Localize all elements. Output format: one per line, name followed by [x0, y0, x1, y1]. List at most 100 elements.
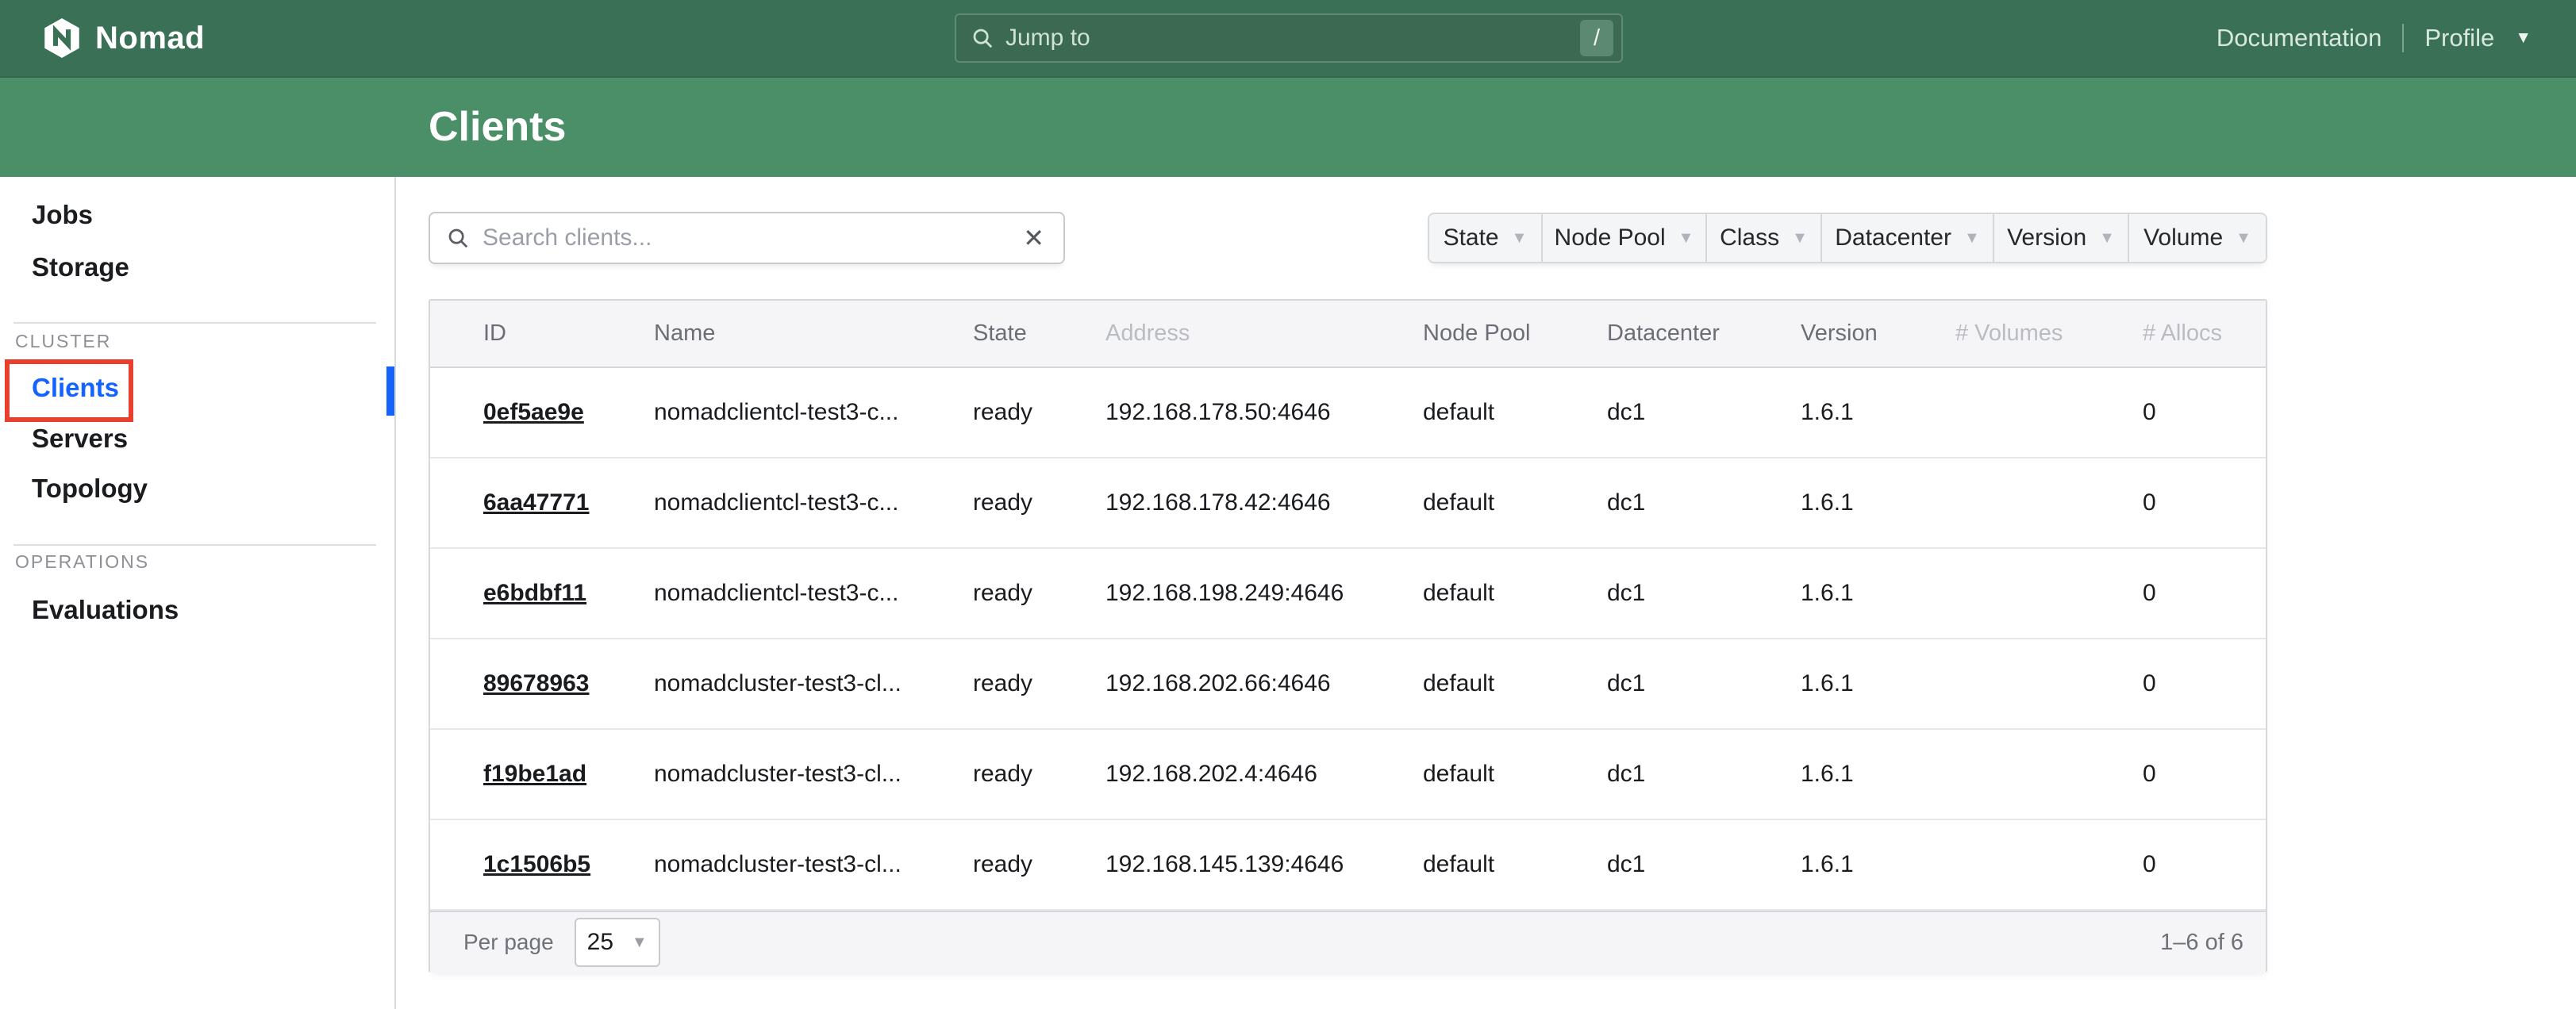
client-node-pool: default	[1423, 489, 1607, 516]
chevron-down-icon: ▼	[1678, 229, 1694, 247]
client-allocs: 0	[2143, 851, 2247, 878]
client-node-pool: default	[1423, 399, 1607, 426]
client-name: nomadclientcl-test3-c...	[654, 399, 973, 426]
clients-table: ID Name State Address Node Pool Datacent…	[429, 299, 2267, 973]
chevron-down-icon[interactable]: ▼	[2515, 29, 2532, 48]
table-header-row: ID Name State Address Node Pool Datacent…	[430, 301, 2266, 368]
chevron-down-icon: ▼	[1792, 229, 1808, 247]
table-row[interactable]: 1c1506b5 nomadcluster-test3-cl... ready …	[430, 820, 2266, 911]
client-name: nomadcluster-test3-cl...	[654, 761, 973, 788]
client-name: nomadclientcl-test3-c...	[654, 580, 973, 607]
client-version: 1.6.1	[1801, 399, 1955, 426]
client-version: 1.6.1	[1801, 670, 1955, 697]
client-id-link[interactable]: e6bdbf11	[483, 580, 654, 607]
nomad-logo-icon	[43, 17, 81, 59]
client-id-link[interactable]: 1c1506b5	[483, 851, 654, 878]
client-address: 192.168.198.249:4646	[1105, 580, 1423, 607]
documentation-link[interactable]: Documentation	[2217, 24, 2382, 52]
client-state: ready	[973, 399, 1105, 426]
sidebar-section-operations: OPERATIONS	[15, 551, 149, 572]
filter-state[interactable]: State▼	[1429, 214, 1543, 262]
table-row[interactable]: 89678963 nomadcluster-test3-cl... ready …	[430, 639, 2266, 730]
top-nav-links: Documentation Profile ▼	[2217, 0, 2532, 76]
client-id-link[interactable]: 0ef5ae9e	[483, 399, 654, 426]
column-header-allocs: # Allocs	[2143, 320, 2247, 347]
filter-version[interactable]: Version▼	[1994, 214, 2129, 262]
client-name: nomadcluster-test3-cl...	[654, 851, 973, 878]
client-name: nomadclientcl-test3-c...	[654, 489, 973, 516]
client-datacenter: dc1	[1607, 761, 1801, 788]
client-id-link[interactable]: 89678963	[483, 670, 654, 697]
client-state: ready	[973, 761, 1105, 788]
per-page-label: Per page	[463, 930, 554, 955]
client-node-pool: default	[1423, 761, 1607, 788]
filter-bar: State▼ Node Pool▼ Class▼ Datacenter▼ Ver…	[1428, 213, 2267, 263]
client-allocs: 0	[2143, 489, 2247, 516]
client-datacenter: dc1	[1607, 851, 1801, 878]
per-page-select[interactable]: 25 ▼	[575, 918, 660, 967]
column-header-version[interactable]: Version	[1801, 320, 1955, 347]
sidebar-item-topology[interactable]: Topology	[32, 470, 148, 507]
client-node-pool: default	[1423, 580, 1607, 607]
client-address: 192.168.178.50:4646	[1105, 399, 1423, 426]
client-version: 1.6.1	[1801, 489, 1955, 516]
client-allocs: 0	[2143, 399, 2247, 426]
profile-menu[interactable]: Profile	[2424, 24, 2494, 52]
divider	[13, 322, 376, 324]
page-header: Clients	[0, 78, 2576, 177]
nomad-brand[interactable]: Nomad	[43, 0, 205, 76]
column-header-node-pool[interactable]: Node Pool	[1423, 320, 1607, 347]
client-version: 1.6.1	[1801, 761, 1955, 788]
client-address: 192.168.202.66:4646	[1105, 670, 1423, 697]
sidebar-item-storage[interactable]: Storage	[32, 249, 129, 286]
table-row[interactable]: 0ef5ae9e nomadclientcl-test3-c... ready …	[430, 368, 2266, 458]
filter-class[interactable]: Class▼	[1707, 214, 1822, 262]
table-row[interactable]: e6bdbf11 nomadclientcl-test3-c... ready …	[430, 549, 2266, 639]
shortcut-slash-badge: /	[1580, 20, 1613, 56]
main-content: ✕ State▼ Node Pool▼ Class▼ Datacenter▼ V…	[396, 177, 2576, 1009]
search-icon	[446, 226, 470, 250]
table-row[interactable]: 6aa47771 nomadclientcl-test3-c... ready …	[430, 458, 2266, 549]
table-row[interactable]: f19be1ad nomadcluster-test3-cl... ready …	[430, 730, 2266, 820]
brand-name: Nomad	[95, 21, 205, 56]
client-datacenter: dc1	[1607, 399, 1801, 426]
client-id-link[interactable]: f19be1ad	[483, 761, 654, 788]
client-state: ready	[973, 851, 1105, 878]
column-header-datacenter[interactable]: Datacenter	[1607, 320, 1801, 347]
sidebar-item-evaluations[interactable]: Evaluations	[32, 592, 179, 628]
page-title: Clients	[429, 78, 566, 177]
filter-volume[interactable]: Volume▼	[2129, 214, 2266, 262]
clients-search-input[interactable]	[483, 224, 1020, 251]
search-icon	[971, 26, 994, 50]
active-item-indicator	[386, 366, 394, 416]
annotation-highlight-box	[5, 359, 133, 422]
clear-search-icon[interactable]: ✕	[1020, 225, 1048, 251]
jump-to-search[interactable]: /	[955, 13, 1623, 63]
client-id-link[interactable]: 6aa47771	[483, 489, 654, 516]
sidebar: Jobs Storage CLUSTER Clients Servers Top…	[0, 177, 396, 1009]
filter-node-pool[interactable]: Node Pool▼	[1543, 214, 1707, 262]
column-header-state[interactable]: State	[973, 320, 1105, 347]
chevron-down-icon: ▼	[632, 934, 648, 952]
sidebar-item-servers[interactable]: Servers	[32, 420, 128, 457]
client-datacenter: dc1	[1607, 670, 1801, 697]
sidebar-item-jobs[interactable]: Jobs	[32, 197, 93, 233]
table-footer: Per page 25 ▼ 1–6 of 6	[430, 911, 2266, 973]
top-nav-bar: Nomad / Documentation Profile ▼	[0, 0, 2576, 78]
client-state: ready	[973, 580, 1105, 607]
pagination-range: 1–6 of 6	[2160, 930, 2243, 956]
client-node-pool: default	[1423, 851, 1607, 878]
chevron-down-icon: ▼	[1512, 229, 1528, 247]
client-address: 192.168.178.42:4646	[1105, 489, 1423, 516]
filter-datacenter[interactable]: Datacenter▼	[1822, 214, 1994, 262]
client-name: nomadcluster-test3-cl...	[654, 670, 973, 697]
column-header-name[interactable]: Name	[654, 320, 973, 347]
clients-search-box[interactable]: ✕	[429, 212, 1065, 264]
sidebar-section-cluster: CLUSTER	[15, 331, 111, 351]
chevron-down-icon: ▼	[1964, 229, 1980, 247]
chevron-down-icon: ▼	[2236, 229, 2251, 247]
client-datacenter: dc1	[1607, 580, 1801, 607]
jump-to-input[interactable]	[1005, 25, 1580, 52]
chevron-down-icon: ▼	[2099, 229, 2115, 247]
column-header-id[interactable]: ID	[483, 320, 654, 347]
